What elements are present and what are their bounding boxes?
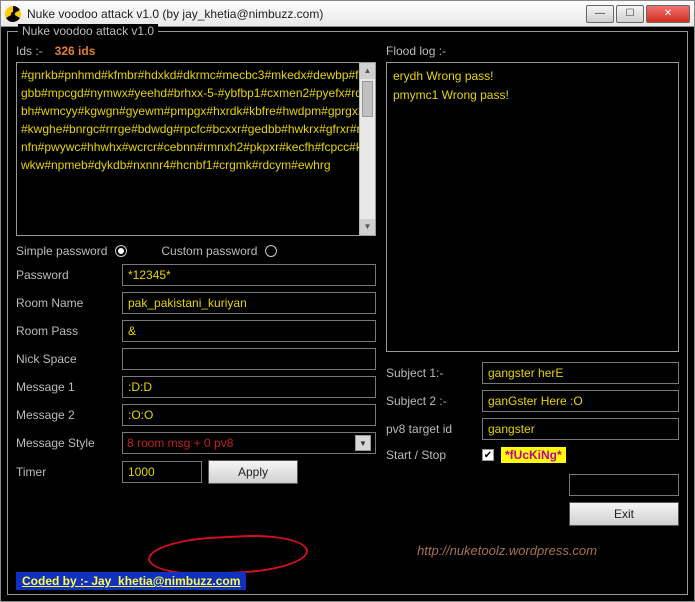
room-name-label: Room Name bbox=[16, 296, 116, 310]
ids-count: 326 ids bbox=[55, 44, 96, 58]
main-groupbox: Nuke voodoo attack v1.0 Ids :- 326 ids #… bbox=[7, 31, 688, 595]
window-title: Nuke voodoo attack v1.0 (by jay_khetia@n… bbox=[27, 7, 586, 21]
nick-space-input[interactable] bbox=[122, 348, 376, 370]
exit-button[interactable]: Exit bbox=[569, 502, 679, 526]
apply-button[interactable]: Apply bbox=[208, 460, 298, 484]
subject1-label: Subject 1:- bbox=[386, 366, 476, 380]
simple-password-label: Simple password bbox=[16, 244, 107, 258]
flood-log-label: Flood log :- bbox=[386, 44, 679, 58]
ids-text: #gnrkb#pnhmd#kfmbr#hdxkd#dkrmc#mecbc3#mk… bbox=[21, 68, 369, 172]
message-style-label: Message Style bbox=[16, 436, 116, 450]
minimize-button[interactable]: — bbox=[586, 5, 614, 23]
custom-password-label: Custom password bbox=[161, 244, 257, 258]
room-pass-input[interactable]: & bbox=[122, 320, 376, 342]
message1-input[interactable]: :D:D bbox=[122, 376, 376, 398]
radiation-icon bbox=[5, 6, 21, 22]
maximize-button[interactable]: ☐ bbox=[616, 5, 644, 23]
start-stop-checkbox[interactable]: ✔ bbox=[482, 449, 494, 461]
nick-space-label: Nick Space bbox=[16, 352, 116, 366]
subject2-label: Subject 2 :- bbox=[386, 394, 476, 408]
flood-line: pmymc1 Wrong pass! bbox=[393, 86, 672, 105]
flood-line: erydh Wrong pass! bbox=[393, 67, 672, 86]
simple-password-radio[interactable] bbox=[115, 245, 127, 257]
timer-input[interactable]: 1000 bbox=[122, 461, 202, 483]
message-style-select[interactable]: 8 room msg + 0 pv8 ▼ bbox=[122, 432, 376, 454]
custom-password-radio[interactable] bbox=[265, 245, 277, 257]
message2-label: Message 2 bbox=[16, 408, 116, 422]
subject2-input[interactable]: ganGster Here :O bbox=[482, 390, 679, 412]
scroll-down-icon[interactable]: ▼ bbox=[360, 219, 375, 235]
flood-log[interactable]: erydh Wrong pass! pmymc1 Wrong pass! bbox=[386, 62, 679, 352]
message2-input[interactable]: :O:O bbox=[122, 404, 376, 426]
scrollbar[interactable]: ▲ ▼ bbox=[359, 63, 375, 235]
watermark-text: http://nuketoolz.wordpress.com bbox=[417, 543, 597, 558]
ids-textarea[interactable]: #gnrkb#pnhmd#kfmbr#hdxkd#dkrmc#mecbc3#mk… bbox=[16, 62, 376, 236]
timer-label: Timer bbox=[16, 465, 116, 479]
message1-label: Message 1 bbox=[16, 380, 116, 394]
subject1-input[interactable]: gangster herE bbox=[482, 362, 679, 384]
start-stop-label: Start / Stop bbox=[386, 448, 476, 462]
close-button[interactable]: ✕ bbox=[646, 5, 690, 23]
pv8-target-label: pv8 target id bbox=[386, 422, 476, 436]
password-label: Password bbox=[16, 268, 116, 282]
pv8-target-input[interactable]: gangster bbox=[482, 418, 679, 440]
scroll-up-icon[interactable]: ▲ bbox=[360, 63, 375, 79]
message-style-value: 8 room msg + 0 pv8 bbox=[127, 436, 233, 450]
scroll-thumb[interactable] bbox=[362, 81, 373, 117]
room-name-input[interactable]: pak_pakistani_kuriyan bbox=[122, 292, 376, 314]
status-box bbox=[569, 474, 679, 496]
chevron-down-icon: ▼ bbox=[355, 435, 371, 451]
groupbox-title: Nuke voodoo attack v1.0 bbox=[18, 24, 158, 38]
app-window: Nuke voodoo attack v1.0 (by jay_khetia@n… bbox=[0, 0, 695, 602]
ids-label: Ids :- bbox=[16, 44, 43, 58]
password-input[interactable]: *12345* bbox=[122, 264, 376, 286]
room-pass-label: Room Pass bbox=[16, 324, 116, 338]
start-stop-value: *fUcKiNg* bbox=[500, 446, 567, 464]
footer-credit: Coded by :- Jay_khetia@nimbuzz.com bbox=[16, 572, 246, 590]
